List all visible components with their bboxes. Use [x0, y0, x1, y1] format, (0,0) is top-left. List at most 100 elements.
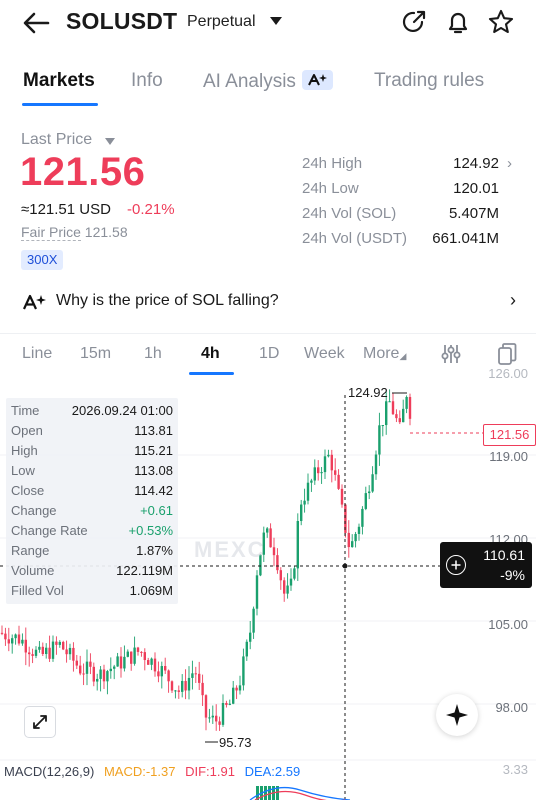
candle-info-panel: Time 2026.09.24 01:00 Open 113.81 High 115.…	[6, 398, 178, 604]
candle-body	[395, 414, 398, 419]
candle-body	[286, 585, 289, 594]
tab-ai-analysis[interactable]: AI Analysis	[203, 70, 333, 93]
low-price-marker: 95.73	[219, 735, 252, 750]
info-key: Change Rate	[11, 523, 88, 538]
candle-body	[24, 639, 27, 653]
star-icon[interactable]	[487, 8, 515, 36]
info-row-time: Time 2026.09.24 01:00	[11, 403, 173, 421]
interval-15m[interactable]: 15m	[80, 345, 111, 363]
leverage-badge: 300X	[21, 250, 64, 270]
candle-body	[293, 568, 296, 579]
candle-body	[62, 641, 65, 650]
candle-body	[334, 470, 337, 475]
candle-body	[38, 646, 41, 650]
info-row-range: Range 1.87%	[11, 543, 173, 561]
crosshair-price-box[interactable]: 110.61 -9%	[440, 542, 532, 588]
back-arrow-icon[interactable]	[20, 8, 52, 38]
candle-body	[402, 408, 405, 423]
macd-axis-label: 3.33	[502, 762, 528, 777]
candle-body	[327, 454, 330, 457]
symbol-title[interactable]: SOLUSDT	[66, 8, 177, 35]
approx-usd-price: ≈121.51 USD	[21, 201, 111, 218]
candle-body	[310, 480, 313, 483]
interval-more[interactable]: More◢	[363, 345, 406, 363]
dif-value: DIF:1.91	[185, 764, 235, 779]
candle-body	[79, 665, 82, 674]
contract-type[interactable]: Perpetual	[187, 13, 256, 31]
candle-body	[102, 669, 106, 682]
ai-assistant-button[interactable]	[436, 694, 478, 736]
candle-body	[303, 500, 306, 505]
last-price-caret-icon[interactable]	[105, 138, 115, 145]
interval-week[interactable]: Week	[304, 345, 345, 363]
candle-body	[150, 658, 153, 665]
tab-trading-rules[interactable]: Trading rules	[374, 70, 484, 92]
bell-icon[interactable]	[444, 8, 472, 36]
candle-body	[378, 425, 381, 455]
info-key: Filled Vol	[11, 583, 64, 598]
candle-body	[276, 555, 279, 571]
copy-icon[interactable]	[496, 342, 518, 366]
sparkle-icon	[446, 704, 468, 726]
share-icon[interactable]	[400, 8, 428, 36]
info-row-high: High 115.21	[11, 443, 173, 461]
info-value: 1.069M	[129, 583, 173, 598]
stat-24h-vol-usdt-value: 661.041M	[432, 230, 499, 247]
stat-24h-vol-sol-label: 24h Vol (SOL)	[302, 205, 397, 222]
info-value: 114.42	[134, 483, 173, 498]
stats-chevron-right-icon[interactable]: ›	[507, 155, 512, 172]
info-value: 113.08	[134, 463, 173, 478]
interval-more-label: More	[363, 345, 400, 362]
info-value: +0.61	[140, 503, 173, 518]
candle-body	[45, 647, 48, 655]
indicator-settings-icon[interactable]	[440, 343, 462, 365]
approx-value: ≈121.51	[21, 201, 76, 218]
candle-body	[68, 647, 72, 655]
interval-line[interactable]: Line	[22, 345, 52, 363]
dea-value: DEA:2.59	[244, 764, 301, 779]
candle-body	[31, 654, 34, 656]
candle-body	[354, 533, 357, 542]
tab-info[interactable]: Info	[131, 70, 163, 92]
more-caret-icon: ◢	[399, 351, 407, 361]
chevron-right-icon: ›	[510, 290, 516, 310]
header: SOLUSDT Perpetual	[0, 0, 536, 46]
candle-body	[109, 668, 112, 672]
fullscreen-expand-button[interactable]	[24, 706, 56, 738]
candle-body	[211, 715, 214, 718]
candle-body	[21, 639, 24, 644]
candle-body	[187, 677, 191, 691]
candle-body	[242, 656, 245, 686]
candle-body	[398, 418, 401, 423]
info-row-close: Close 114.42	[11, 483, 173, 501]
candle-body	[340, 488, 344, 505]
info-row-open: Open 113.81	[11, 423, 173, 441]
candle-body	[170, 681, 174, 691]
candle-body	[364, 493, 367, 509]
interval-1d[interactable]: 1D	[259, 345, 279, 363]
candle-body	[17, 634, 21, 644]
candle-body	[279, 570, 282, 581]
crosshair-dot	[342, 563, 348, 569]
last-price-label[interactable]: Last Price	[21, 131, 92, 149]
interval-4h[interactable]: 4h	[201, 345, 220, 363]
tab-markets[interactable]: Markets	[23, 70, 95, 92]
candle-body	[184, 680, 187, 691]
ai-question-row[interactable]: Why is the price of SOL falling? ›	[22, 290, 522, 314]
candle-body	[41, 646, 44, 655]
symbol-dropdown-caret-icon[interactable]	[270, 17, 282, 25]
candle-body	[201, 682, 204, 696]
interval-1h[interactable]: 1h	[144, 345, 162, 363]
candle-body	[153, 658, 157, 672]
candle-body	[252, 608, 255, 633]
add-order-plus-icon[interactable]	[446, 555, 466, 575]
stat-24h-vol-usdt-label: 24h Vol (USDT)	[302, 230, 408, 247]
candle-body	[228, 703, 231, 705]
fair-price-label[interactable]: Fair Price	[21, 224, 81, 241]
candle-body	[123, 656, 126, 669]
info-key: Close	[11, 483, 45, 498]
info-key: Time	[11, 403, 40, 418]
fair-price-value: 121.58	[84, 224, 128, 240]
y-axis-label: 126.00	[488, 366, 528, 381]
candle-body	[34, 649, 38, 656]
